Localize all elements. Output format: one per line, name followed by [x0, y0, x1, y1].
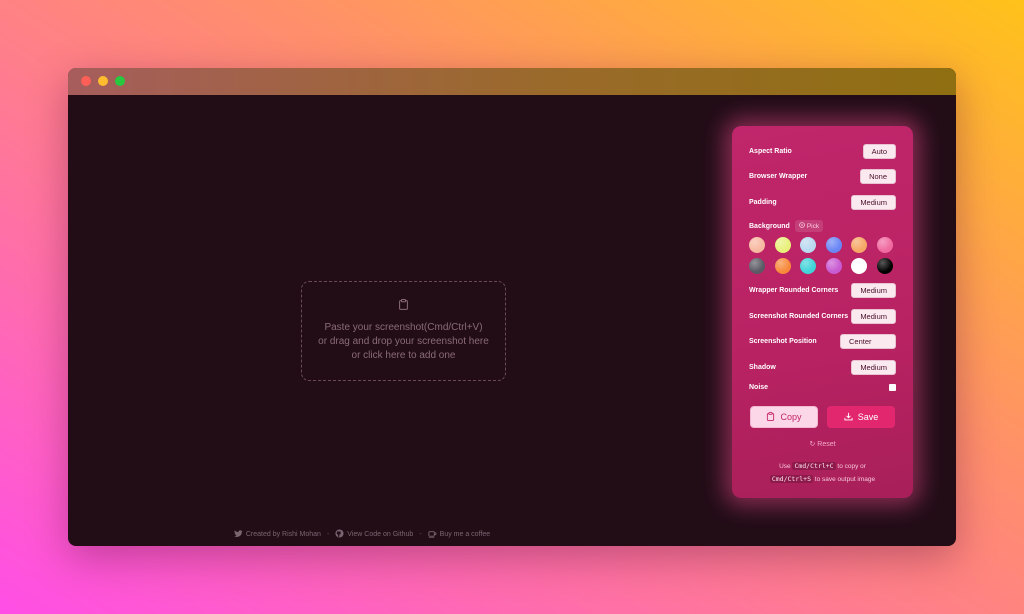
- shadow-select[interactable]: Medium: [851, 360, 896, 375]
- pick-label: Pick: [806, 222, 820, 230]
- screenshot-rounded-select[interactable]: Medium: [851, 309, 896, 324]
- shadow-row: Shadow Medium: [749, 360, 896, 375]
- window-titlebar: [68, 68, 956, 95]
- footer-separator: -: [419, 531, 422, 538]
- save-shortcut-key: Cmd/Ctrl+S: [769, 475, 813, 483]
- copy-shortcut-key: Cmd/Ctrl+C: [792, 462, 836, 470]
- background-swatch[interactable]: [749, 237, 765, 253]
- wrapper-rounded-row: Wrapper Rounded Corners Medium: [749, 283, 896, 298]
- background-swatch[interactable]: [825, 237, 842, 253]
- background-swatches: [749, 237, 894, 274]
- footer-credit-text: Created by Rishi Mohan: [245, 531, 321, 538]
- color-picker-icon: [799, 222, 805, 230]
- dropzone-line-1: Paste your screenshot(Cmd/Ctrl+V): [324, 322, 483, 333]
- github-icon: [335, 529, 344, 540]
- pick-color-button[interactable]: Pick: [794, 220, 824, 232]
- background-label: Background: [749, 222, 790, 230]
- background-swatch[interactable]: [825, 258, 842, 274]
- reset-label: Reset: [817, 441, 836, 448]
- background-swatch[interactable]: [851, 258, 867, 274]
- wrapper-rounded-label: Wrapper Rounded Corners: [749, 287, 839, 294]
- screenshot-position-select[interactable]: Center: [840, 334, 896, 349]
- browser-wrapper-select[interactable]: None: [860, 169, 896, 184]
- footer-coffee-text: Buy me a coffee: [439, 531, 491, 538]
- padding-row: Padding Medium: [749, 195, 896, 210]
- footer-github-text: View Code on Github: [347, 531, 414, 538]
- hint-use: Use: [779, 463, 791, 470]
- background-swatch[interactable]: [774, 258, 791, 274]
- footer-credit-link[interactable]: Created by Rishi Mohan: [234, 529, 321, 540]
- screenshot-position-label: Screenshot Position: [749, 338, 817, 345]
- close-window-dot[interactable]: [81, 76, 91, 86]
- padding-label: Padding: [749, 199, 777, 206]
- hint-to-copy: to copy or: [837, 463, 866, 470]
- minimize-window-dot[interactable]: [98, 76, 108, 86]
- screenshot-dropzone[interactable]: Paste your screenshot(Cmd/Ctrl+V) or dra…: [301, 281, 506, 381]
- maximize-window-dot[interactable]: [115, 76, 125, 86]
- screenshot-rounded-label: Screenshot Rounded Corners: [749, 313, 849, 320]
- aspect-ratio-select[interactable]: Auto: [862, 144, 896, 159]
- noise-label: Noise: [749, 384, 769, 391]
- browser-wrapper-label: Browser Wrapper: [749, 173, 808, 180]
- padding-select[interactable]: Medium: [851, 195, 896, 210]
- browser-wrapper-row: Browser Wrapper None: [749, 169, 896, 184]
- save-button[interactable]: Save: [827, 406, 895, 428]
- dropzone-line-2: or drag and drop your screenshot here: [318, 336, 489, 347]
- aspect-ratio-label: Aspect Ratio: [749, 148, 792, 155]
- hint-to-save: to save output image: [814, 476, 876, 483]
- noise-row: Noise: [749, 384, 896, 391]
- editor-canvas: Paste your screenshot(Cmd/Ctrl+V) or dra…: [68, 95, 956, 546]
- footer: Created by Rishi Mohan - View Code on Gi…: [68, 529, 956, 540]
- background-swatch[interactable]: [774, 237, 791, 253]
- footer-coffee-link[interactable]: Buy me a coffee: [428, 529, 490, 540]
- background-swatch[interactable]: [876, 237, 893, 253]
- shadow-label: Shadow: [749, 364, 776, 371]
- background-row: Background Pick: [749, 220, 896, 232]
- browser-window: Paste your screenshot(Cmd/Ctrl+V) or dra…: [68, 68, 956, 546]
- screenshot-position-row: Screenshot Position Center: [749, 334, 896, 349]
- save-label: Save: [857, 412, 879, 422]
- background-swatch[interactable]: [749, 258, 765, 274]
- aspect-ratio-row: Aspect Ratio Auto: [749, 144, 896, 159]
- background-swatch[interactable]: [876, 258, 893, 274]
- shortcut-hint: Use Cmd/Ctrl+C to copy or Cmd/Ctrl+S to …: [732, 460, 913, 486]
- footer-separator: -: [326, 531, 330, 538]
- clipboard-icon: [766, 411, 775, 423]
- background-swatch[interactable]: [800, 237, 816, 253]
- footer-github-link[interactable]: View Code on Github: [335, 529, 413, 540]
- copy-label: Copy: [780, 412, 802, 422]
- coffee-cup-icon: [428, 529, 437, 540]
- background-swatch[interactable]: [800, 258, 816, 274]
- background-swatch[interactable]: [851, 237, 867, 253]
- noise-checkbox[interactable]: [889, 384, 896, 391]
- download-icon: [844, 412, 853, 423]
- dropzone-line-3: or click here to add one: [351, 350, 456, 361]
- copy-button[interactable]: Copy: [750, 406, 818, 428]
- reset-button[interactable]: ↻ Reset: [732, 440, 913, 448]
- twitter-icon: [234, 529, 243, 540]
- settings-panel: Aspect Ratio Auto Browser Wrapper None P…: [732, 126, 913, 498]
- clipboard-icon: [399, 299, 408, 315]
- screenshot-rounded-row: Screenshot Rounded Corners Medium: [749, 309, 896, 324]
- reset-icon: ↻: [809, 441, 816, 448]
- wrapper-rounded-select[interactable]: Medium: [851, 283, 896, 298]
